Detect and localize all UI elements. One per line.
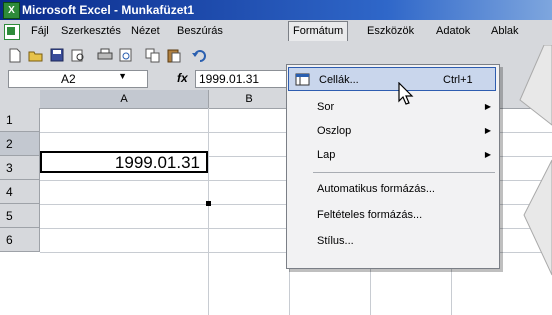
menu-item-label: Automatikus formázás... — [317, 183, 435, 195]
mouse-pointer-icon — [398, 82, 414, 105]
menu-item-column[interactable]: Oszlop ▶ — [287, 119, 499, 143]
menu-item-shortcut: Ctrl+1 — [443, 74, 473, 86]
fx-icon[interactable]: fx — [177, 71, 188, 85]
name-box-value: A2 — [61, 72, 76, 86]
submenu-arrow-icon: ▶ — [484, 102, 491, 111]
menu-edit[interactable]: Szerkesztés — [58, 24, 124, 38]
format-cells-icon — [295, 72, 311, 86]
excel-logo-icon: X — [3, 2, 20, 19]
new-icon[interactable] — [6, 47, 24, 64]
column-header-b[interactable]: B — [209, 90, 290, 109]
row-header-5[interactable]: 5 — [0, 204, 40, 228]
paste-icon[interactable] — [165, 47, 183, 64]
active-cell-a2[interactable]: 1999.01.31 — [40, 151, 208, 173]
chevron-down-icon[interactable]: ▼ — [118, 71, 127, 81]
select-all-corner[interactable] — [0, 90, 41, 109]
formula-input[interactable]: 1999.01.31 — [195, 70, 290, 88]
gridline — [208, 108, 209, 315]
menu-window[interactable]: Ablak — [488, 24, 522, 38]
save-icon[interactable] — [48, 47, 66, 64]
menu-format[interactable]: Formátum — [288, 21, 349, 41]
open-icon[interactable] — [27, 47, 45, 64]
row-header-3[interactable]: 3 — [0, 156, 40, 180]
menu-data[interactable]: Adatok — [433, 24, 473, 38]
submenu-arrow-icon: ▶ — [484, 126, 491, 135]
menu-item-label: Oszlop — [317, 125, 352, 137]
undo-icon[interactable] — [190, 47, 208, 64]
row-header-2[interactable]: 2 — [0, 132, 40, 156]
row-header-6[interactable]: 6 — [0, 228, 40, 252]
menu-item-label: Lap — [317, 149, 336, 161]
name-box[interactable]: A2 ▼ — [8, 70, 148, 88]
menu-file[interactable]: Fájl — [28, 24, 52, 38]
title-bar: X Microsoft Excel - Munkafüzet1 — [0, 0, 552, 20]
menu-insert[interactable]: Beszúrás — [174, 24, 226, 38]
print-preview-icon[interactable] — [69, 47, 87, 64]
menu-item-label: Stílus... — [317, 235, 354, 247]
preview-icon[interactable] — [117, 47, 135, 64]
format-menu: Cellák... Ctrl+1 Sor ▶ Oszlop ▶ Lap ▶ Au… — [286, 64, 500, 269]
menu-item-conditional-formatting[interactable]: Feltételes formázás... — [287, 203, 499, 227]
callout-decoration — [519, 45, 552, 276]
row-header-1[interactable]: 1 — [0, 108, 40, 132]
menu-item-label: Cellák... — [319, 74, 359, 86]
row-header-4[interactable]: 4 — [0, 180, 40, 204]
menu-tools[interactable]: Eszközök — [364, 24, 417, 38]
menu-separator — [313, 172, 495, 173]
column-header-a[interactable]: A — [40, 90, 209, 109]
submenu-arrow-icon: ▶ — [484, 150, 491, 159]
window-title: Microsoft Excel - Munkafüzet1 — [22, 3, 195, 17]
menu-view[interactable]: Nézet — [128, 24, 163, 38]
workbook-icon[interactable] — [4, 24, 20, 40]
menu-bar: Fájl Szerkesztés Nézet Beszúrás Formátum… — [0, 20, 552, 45]
fill-handle[interactable] — [206, 201, 211, 206]
menu-item-autoformat[interactable]: Automatikus formázás... — [287, 177, 499, 201]
menu-item-cells[interactable]: Cellák... Ctrl+1 — [288, 67, 496, 91]
menu-item-label: Sor — [317, 101, 335, 113]
menu-item-sheet[interactable]: Lap ▶ — [287, 143, 499, 167]
menu-item-style[interactable]: Stílus... — [287, 229, 499, 253]
menu-item-label: Feltételes formázás... — [317, 209, 423, 221]
menu-item-row[interactable]: Sor ▶ — [287, 95, 499, 119]
copy-icon[interactable] — [144, 47, 162, 64]
print-icon[interactable] — [96, 47, 114, 64]
